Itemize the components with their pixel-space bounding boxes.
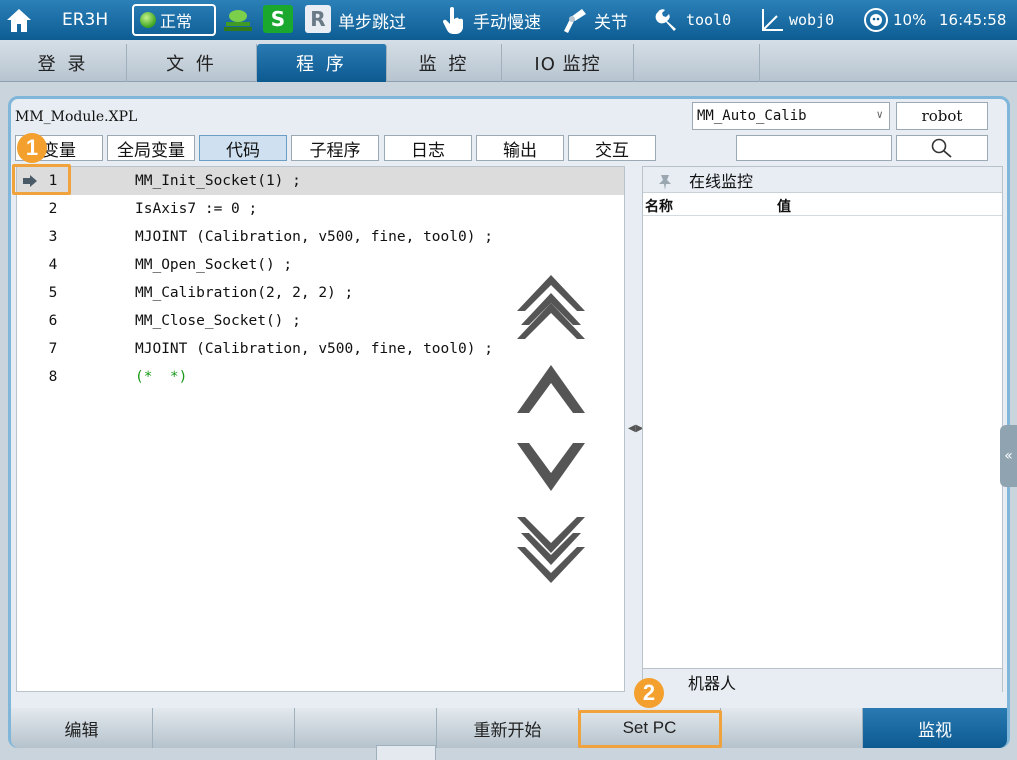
line-number: 4 — [48, 257, 58, 273]
speed-label[interactable]: 10% — [893, 0, 926, 40]
code-editor[interactable]: 1 MM_Init_Socket(1) ; 2 IsAxis7 := 0 ; 3… — [16, 166, 625, 692]
page-up-icon[interactable] — [515, 273, 587, 347]
pin-icon[interactable] — [655, 173, 675, 191]
code-text: IsAxis7 := 0 ; — [135, 201, 258, 217]
monitor-table-header: 名称 值 — [643, 194, 1002, 216]
tab-empty-1 — [634, 44, 760, 82]
servo-enable-icon[interactable] — [222, 0, 254, 40]
line-number: 8 — [48, 369, 58, 385]
step-mode-badge[interactable]: S — [263, 5, 293, 33]
monitor-footer-label: 机器人 — [688, 674, 737, 693]
callout-number-1: 1 — [17, 133, 47, 163]
wrench-icon[interactable] — [651, 0, 683, 40]
code-line[interactable]: 1 MM_Init_Socket(1) ; — [17, 167, 624, 195]
manual-speed-label[interactable]: 手动慢速 — [473, 0, 541, 40]
robot-name[interactable]: ER3H — [62, 0, 108, 40]
online-monitor-header: 在线监控 — [643, 167, 1002, 193]
scroll-down-icon[interactable] — [515, 439, 587, 493]
tab-program[interactable]: 程 序 — [257, 44, 387, 82]
tab-empty-2 — [760, 44, 1017, 82]
robot-button[interactable]: robot — [896, 102, 988, 130]
side-panel-handle[interactable]: « — [1000, 425, 1017, 487]
status-indicator[interactable]: 正常 — [132, 4, 216, 36]
hand-pointer-icon[interactable] — [438, 0, 470, 40]
search-button[interactable] — [896, 135, 988, 161]
code-line[interactable]: 2 IsAxis7 := 0 ; — [17, 195, 624, 223]
code-text: MJOINT (Calibration, v500, fine, tool0) … — [135, 229, 493, 245]
home-icon[interactable] — [2, 0, 36, 40]
tab-monitor[interactable]: 监 控 — [387, 44, 502, 82]
column-header-value: 值 — [777, 199, 791, 215]
line-number: 3 — [48, 229, 58, 245]
monitor-footer[interactable]: 机器人 — [643, 668, 1002, 693]
status-bar: ER3H 正常 S R 单步跳过 手动慢速 关节 tool0 wobj0 10%… — [0, 0, 1017, 40]
callout-number-2: 2 — [634, 678, 664, 708]
column-header-name: 名称 — [645, 199, 673, 215]
line-number: 5 — [48, 285, 58, 301]
line-number: 1 — [48, 173, 58, 189]
coordinate-axes-icon[interactable] — [758, 0, 786, 40]
line-number: 2 — [48, 201, 58, 217]
joint-mode-icon[interactable] — [560, 0, 590, 40]
subtab-subroutines[interactable]: 子程序 — [291, 135, 379, 161]
set-pc-button[interactable]: Set PC — [579, 708, 721, 748]
edit-button[interactable]: 编辑 — [11, 708, 153, 748]
code-text: MM_Calibration(2, 2, 2) ; — [135, 285, 354, 301]
subtab-interaction[interactable]: 交互 — [568, 135, 656, 161]
routine-select-value: MM_Auto_Calib — [697, 108, 807, 124]
main-tab-bar: 登 录 文 件 程 序 监 控 IO 监控 — [0, 40, 1017, 82]
code-text: (* *) — [135, 369, 188, 385]
module-filename: MM_Module.XPL — [15, 109, 138, 125]
search-icon — [931, 138, 952, 158]
program-pointer-icon — [23, 175, 37, 187]
subtab-code[interactable]: 代码 — [199, 135, 287, 161]
subtab-output[interactable]: 输出 — [476, 135, 564, 161]
tab-io-monitor[interactable]: IO 监控 — [502, 44, 634, 82]
code-text: MM_Init_Socket(1) ; — [135, 173, 301, 189]
scroll-up-icon[interactable] — [515, 363, 587, 417]
clock-label: 16:45:58 — [939, 11, 1007, 29]
tool-label[interactable]: tool0 — [686, 0, 731, 40]
monitor-button[interactable]: 监视 — [863, 708, 1007, 748]
line-number: 7 — [48, 341, 58, 357]
online-monitor-pane: 在线监控 名称 值 机器人 — [642, 166, 1003, 693]
bottom-action-bar: 编辑 重新开始 Set PC 监视 — [11, 708, 1007, 748]
bottom-button-6[interactable] — [721, 708, 863, 748]
bottom-expand-handle[interactable] — [376, 745, 436, 760]
bottom-button-2[interactable] — [153, 708, 295, 748]
online-monitor-title: 在线监控 — [689, 171, 754, 191]
program-panel: MM_Module.XPL MM_Auto_Calib ∨ robot 变量 全… — [8, 96, 1010, 748]
code-text: MJOINT (Calibration, v500, fine, tool0) … — [135, 341, 493, 357]
page-down-icon[interactable] — [515, 513, 587, 587]
run-mode-badge[interactable]: R — [305, 5, 331, 33]
subtab-log[interactable]: 日志 — [384, 135, 472, 161]
restart-button[interactable]: 重新开始 — [437, 708, 579, 748]
line-number: 6 — [48, 313, 58, 329]
search-input[interactable] — [736, 135, 892, 161]
routine-select[interactable]: MM_Auto_Calib ∨ — [692, 102, 890, 130]
code-text: MM_Open_Socket() ; — [135, 257, 293, 273]
speed-gauge-icon[interactable] — [861, 0, 891, 40]
wobj-label[interactable]: wobj0 — [789, 0, 834, 40]
bottom-button-3[interactable] — [295, 708, 437, 748]
step-mode-label[interactable]: 单步跳过 — [338, 0, 406, 40]
tab-file[interactable]: 文 件 — [127, 44, 257, 82]
status-led-icon — [140, 12, 156, 28]
code-line[interactable]: 3 MJOINT (Calibration, v500, fine, tool0… — [17, 223, 624, 251]
status-label: 正常 — [160, 12, 193, 31]
joint-mode-label[interactable]: 关节 — [594, 0, 628, 40]
tab-login[interactable]: 登 录 — [0, 44, 127, 82]
chevron-down-icon: ∨ — [876, 108, 883, 121]
code-text: MM_Close_Socket() ; — [135, 313, 301, 329]
subtab-global-variables[interactable]: 全局变量 — [107, 135, 195, 161]
